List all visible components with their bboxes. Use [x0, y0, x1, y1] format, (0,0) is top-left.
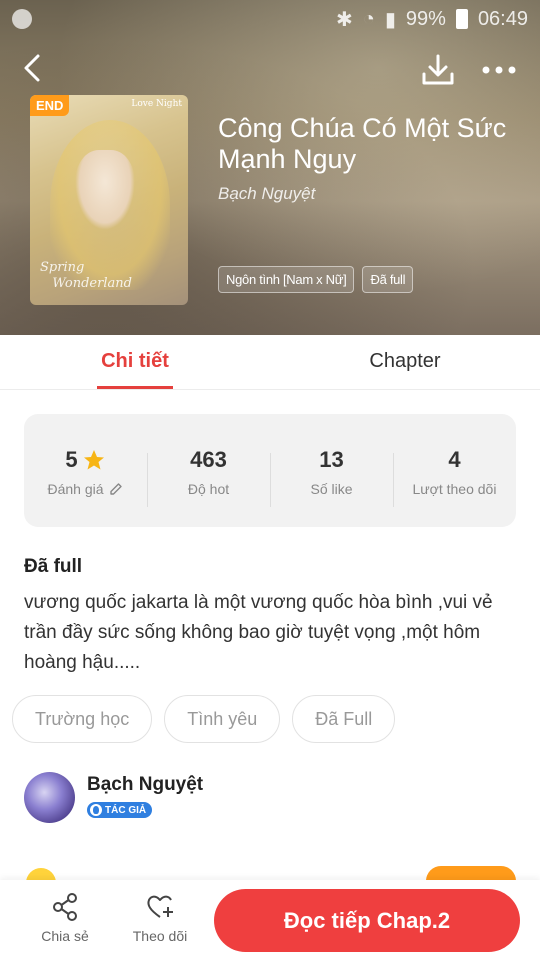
- bluetooth-icon: ✱: [336, 8, 353, 31]
- rating-label: Đánh giá: [47, 480, 104, 497]
- hot-value: 463: [190, 446, 227, 472]
- tag-chip[interactable]: Trường học: [12, 695, 153, 743]
- tab-chapter-label: Chapter: [369, 350, 441, 372]
- tag-chip[interactable]: Đã Full: [292, 695, 396, 743]
- end-badge: END: [30, 95, 70, 116]
- more-options-button[interactable]: [480, 56, 518, 84]
- edit-pencil-icon: [109, 482, 122, 495]
- download-icon: [422, 54, 454, 85]
- tag-list: Trường học Tình yêu Đã Full: [12, 695, 396, 743]
- genre-chip[interactable]: Đã full: [362, 266, 414, 293]
- author-role-label: TÁC GIẢ: [105, 804, 147, 816]
- author-card[interactable]: Bạch Nguyệt TÁC GIẢ: [24, 772, 203, 823]
- genre-chip[interactable]: Ngôn tình [Nam x Nữ]: [218, 266, 355, 293]
- status-bar: ✱ ◔ ▮ 99% 06:49: [0, 0, 540, 38]
- book-description: vương quốc jakarta là một vương quốc hòa…: [24, 592, 493, 673]
- wifi-icon: ◔: [362, 7, 375, 30]
- likes-value: 13: [319, 446, 344, 472]
- continue-reading-button[interactable]: Đọc tiếp Chap.2: [214, 889, 520, 952]
- stats-panel: 5 Đánh giá 463 Độ hot 13 Số like 4 Lượt …: [24, 414, 516, 527]
- follow-label: Theo dõi: [132, 928, 188, 944]
- stat-followers: 4 Lượt theo dõi: [393, 445, 516, 507]
- battery-percent: 99%: [405, 7, 446, 30]
- rating-value: 5: [65, 446, 78, 472]
- stat-rating[interactable]: 5 Đánh giá: [24, 445, 147, 497]
- active-tab-indicator: [97, 386, 173, 389]
- chevron-left-icon: [24, 54, 40, 82]
- book-header: ✱ ◔ ▮ 99% 06:49 END Love Night Spring Wo…: [0, 0, 540, 335]
- partially-visible-row: [24, 866, 516, 880]
- followers-label: Lượt theo dõi: [412, 480, 497, 497]
- cover-logo: Love Night: [131, 99, 182, 109]
- stat-hot: 463 Độ hot: [147, 445, 270, 507]
- share-icon: [53, 893, 77, 921]
- download-button[interactable]: [420, 52, 456, 88]
- tab-bar: Chi tiết Chapter: [0, 335, 540, 390]
- gift-icon: [26, 868, 56, 880]
- more-dots-icon: [482, 66, 516, 74]
- follow-button[interactable]: Theo dõi: [125, 892, 195, 944]
- notification-icon: [12, 9, 32, 29]
- stat-likes: 13 Số like: [270, 445, 393, 507]
- book-cover: END Love Night Spring Wonderland: [30, 95, 188, 305]
- back-button[interactable]: [18, 52, 50, 84]
- partially-visible-button[interactable]: [426, 866, 516, 880]
- avatar: [24, 772, 75, 823]
- share-button[interactable]: Chia sẻ: [30, 892, 100, 944]
- completion-status: Đã full: [24, 556, 83, 577]
- genre-list: Ngôn tình [Nam x Nữ] Đã full: [218, 266, 414, 293]
- author-badge-icon: [90, 804, 102, 816]
- cover-caption-line-1: Spring: [40, 260, 85, 275]
- tab-chapter[interactable]: Chapter: [270, 335, 540, 389]
- signal-icon: ▮: [384, 8, 396, 31]
- share-label: Chia sẻ: [41, 928, 89, 944]
- tag-chip[interactable]: Tình yêu: [164, 695, 281, 743]
- book-title: Công Chúa Có Một Sức Mạnh Nguy: [218, 113, 507, 174]
- followers-value: 4: [448, 446, 461, 472]
- hot-label: Độ hot: [187, 480, 230, 497]
- book-author[interactable]: Bạch Nguyệt: [218, 184, 315, 204]
- author-name: Bạch Nguyệt: [87, 774, 204, 795]
- tab-details-label: Chi tiết: [101, 350, 169, 372]
- clock: 06:49: [477, 7, 528, 30]
- heart-plus-icon: [147, 895, 173, 918]
- tab-details[interactable]: Chi tiết: [0, 335, 270, 389]
- likes-label: Số like: [310, 480, 353, 497]
- author-role-badge: TÁC GIẢ: [87, 802, 153, 818]
- cover-caption: Spring Wonderland: [40, 260, 132, 292]
- cover-caption-line-2: Wonderland: [52, 276, 132, 291]
- star-icon: [83, 449, 104, 469]
- bottom-action-bar: Chia sẻ Theo dõi Đọc tiếp Chap.2: [0, 880, 540, 960]
- battery-icon: [455, 9, 468, 29]
